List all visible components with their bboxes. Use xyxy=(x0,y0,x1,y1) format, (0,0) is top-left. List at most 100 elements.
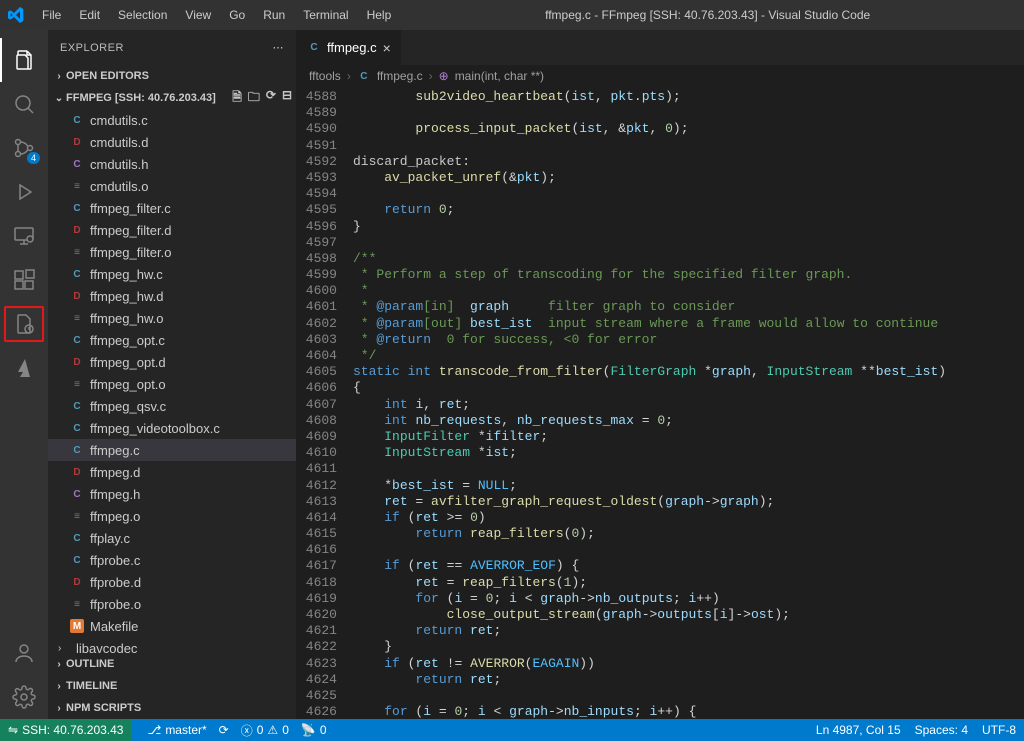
file-ffmpeg-h[interactable]: Cffmpeg.h xyxy=(48,483,296,505)
object-file-icon: ≡ xyxy=(70,377,84,391)
activity-explorer[interactable] xyxy=(0,38,48,82)
activity-settings-sync[interactable] xyxy=(0,302,48,346)
menu-file[interactable]: File xyxy=(34,4,69,26)
file-ffmpeg_qsv-c[interactable]: Cffmpeg_qsv.c xyxy=(48,395,296,417)
file-label: ffmpeg_opt.d xyxy=(90,355,166,370)
file-ffmpeg_filter-o[interactable]: ≡ffmpeg_filter.o xyxy=(48,241,296,263)
antenna-icon: 📡 xyxy=(301,723,316,737)
file-ffprobe-d[interactable]: Dffprobe.d xyxy=(48,571,296,593)
c-file-icon: C xyxy=(70,531,84,545)
object-file-icon: ≡ xyxy=(70,597,84,611)
section-project[interactable]: ⌄ FFMPEG [SSH: 40.76.203.43] 🗎 🗀 ⟳ ⊟ xyxy=(48,87,296,109)
editor-area: C ffmpeg.c × fftools › C ffmpeg.c › ⊕ ma… xyxy=(297,30,1024,719)
close-icon[interactable]: × xyxy=(383,40,391,56)
file-ffmpeg_opt-c[interactable]: Cffmpeg_opt.c xyxy=(48,329,296,351)
menu-help[interactable]: Help xyxy=(359,4,400,26)
section-open-editors[interactable]: › OPEN EDITORS xyxy=(48,65,296,87)
status-ports-label: 0 xyxy=(320,723,327,737)
activity-remote-explorer[interactable] xyxy=(0,214,48,258)
status-problems[interactable]: ⓧ0 ⚠0 xyxy=(241,722,289,739)
timeline-label: TIMELINE xyxy=(66,680,117,692)
status-sync[interactable]: ⟳ xyxy=(219,723,229,737)
file-cmdutils-o[interactable]: ≡cmdutils.o xyxy=(48,175,296,197)
menu-edit[interactable]: Edit xyxy=(71,4,108,26)
menu-view[interactable]: View xyxy=(177,4,219,26)
file-cmdutils-c[interactable]: Ccmdutils.c xyxy=(48,109,296,131)
menu-run[interactable]: Run xyxy=(255,4,293,26)
file-ffplay-c[interactable]: Cffplay.c xyxy=(48,527,296,549)
file-ffmpeg_hw-o[interactable]: ≡ffmpeg_hw.o xyxy=(48,307,296,329)
menu-go[interactable]: Go xyxy=(221,4,253,26)
file-tree[interactable]: Ccmdutils.cDcmdutils.dCcmdutils.h≡cmduti… xyxy=(48,109,296,653)
object-file-icon: ≡ xyxy=(70,311,84,325)
activity-settings[interactable] xyxy=(0,675,48,719)
status-encoding[interactable]: UTF-8 xyxy=(982,723,1016,737)
breadcrumb[interactable]: fftools › C ffmpeg.c › ⊕ main(int, char … xyxy=(297,65,1024,87)
new-folder-icon[interactable]: 🗀 xyxy=(248,88,260,109)
status-branch-label: master* xyxy=(165,723,206,737)
status-bar: ⇋ SSH: 40.76.203.43 ⎇ master* ⟳ ⓧ0 ⚠0 📡0… xyxy=(0,719,1024,741)
section-outline[interactable]: › OUTLINE xyxy=(48,653,296,675)
d-file-icon: D xyxy=(70,289,84,303)
status-branch[interactable]: ⎇ master* xyxy=(147,723,206,737)
activity-extensions[interactable] xyxy=(0,258,48,302)
file-ffmpeg-o[interactable]: ≡ffmpeg.o xyxy=(48,505,296,527)
sidebar-more-icon[interactable]: ⋯ xyxy=(273,41,285,54)
c-file-icon: C xyxy=(70,421,84,435)
tab-ffmpeg-c[interactable]: C ffmpeg.c × xyxy=(297,30,402,65)
section-npm-scripts[interactable]: › NPM SCRIPTS xyxy=(48,697,296,719)
file-ffmpeg_filter-c[interactable]: Cffmpeg_filter.c xyxy=(48,197,296,219)
new-file-icon[interactable]: 🗎 xyxy=(232,88,242,109)
breadcrumb-folder[interactable]: fftools xyxy=(309,69,341,83)
file-ffmpeg_videotoolbox-c[interactable]: Cffmpeg_videotoolbox.c xyxy=(48,417,296,439)
chevron-down-icon: ⌄ xyxy=(52,93,66,104)
status-ports[interactable]: 📡0 xyxy=(301,723,327,737)
file-label: ffmpeg_videotoolbox.c xyxy=(90,421,220,436)
file-ffmpeg-d[interactable]: Dffmpeg.d xyxy=(48,461,296,483)
activity-run-debug[interactable] xyxy=(0,170,48,214)
file-ffprobe-o[interactable]: ≡ffprobe.o xyxy=(48,593,296,615)
activity-scm[interactable]: 4 xyxy=(0,126,48,170)
file-label: ffmpeg.o xyxy=(90,509,140,524)
chevron-right-icon: › xyxy=(52,703,66,714)
c-file-icon: C xyxy=(70,443,84,457)
code-content[interactable]: sub2video_heartbeat(ist, pkt.pts); proce… xyxy=(353,87,1024,719)
file-ffmpeg_filter-d[interactable]: Dffmpeg_filter.d xyxy=(48,219,296,241)
collapse-icon[interactable]: ⊟ xyxy=(282,88,292,109)
file-cmdutils-d[interactable]: Dcmdutils.d xyxy=(48,131,296,153)
file-Makefile[interactable]: MMakefile xyxy=(48,615,296,637)
d-file-icon: D xyxy=(70,223,84,237)
d-file-icon: D xyxy=(70,465,84,479)
file-label: cmdutils.o xyxy=(90,179,149,194)
section-timeline[interactable]: › TIMELINE xyxy=(48,675,296,697)
sidebar-title: EXPLORER xyxy=(60,42,124,54)
file-ffmpeg-c[interactable]: Cffmpeg.c xyxy=(48,439,296,461)
file-ffmpeg_hw-d[interactable]: Dffmpeg_hw.d xyxy=(48,285,296,307)
activity-azure[interactable] xyxy=(0,346,48,390)
status-ln-col[interactable]: Ln 4987, Col 15 xyxy=(816,723,901,737)
editor-tabs: C ffmpeg.c × xyxy=(297,30,1024,65)
refresh-icon[interactable]: ⟳ xyxy=(266,88,276,109)
file-ffmpeg_opt-o[interactable]: ≡ffmpeg_opt.o xyxy=(48,373,296,395)
activity-search[interactable] xyxy=(0,82,48,126)
breadcrumb-file[interactable]: ffmpeg.c xyxy=(377,69,423,83)
breadcrumb-symbol[interactable]: main(int, char **) xyxy=(455,69,544,83)
menu-terminal[interactable]: Terminal xyxy=(295,4,356,26)
file-label: cmdutils.c xyxy=(90,113,148,128)
file-ffprobe-c[interactable]: Cffprobe.c xyxy=(48,549,296,571)
file-ffmpeg_opt-d[interactable]: Dffmpeg_opt.d xyxy=(48,351,296,373)
folder-libavcodec[interactable]: ›libavcodec xyxy=(48,637,296,653)
activity-bar: 4 xyxy=(0,30,48,719)
project-label: FFMPEG [SSH: 40.76.203.43] xyxy=(66,92,216,104)
status-spaces[interactable]: Spaces: 4 xyxy=(915,723,968,737)
code-editor[interactable]: 4588458945904591459245934594459545964597… xyxy=(297,87,1024,719)
status-remote[interactable]: ⇋ SSH: 40.76.203.43 xyxy=(0,719,131,741)
file-ffmpeg_hw-c[interactable]: Cffmpeg_hw.c xyxy=(48,263,296,285)
chevron-right-icon: › xyxy=(52,681,66,692)
file-cmdutils-h[interactable]: Ccmdutils.h xyxy=(48,153,296,175)
c-file-icon: C xyxy=(70,333,84,347)
menu-selection[interactable]: Selection xyxy=(110,4,175,26)
file-label: ffprobe.c xyxy=(90,553,140,568)
activity-accounts[interactable] xyxy=(0,631,48,675)
object-file-icon: ≡ xyxy=(70,245,84,259)
